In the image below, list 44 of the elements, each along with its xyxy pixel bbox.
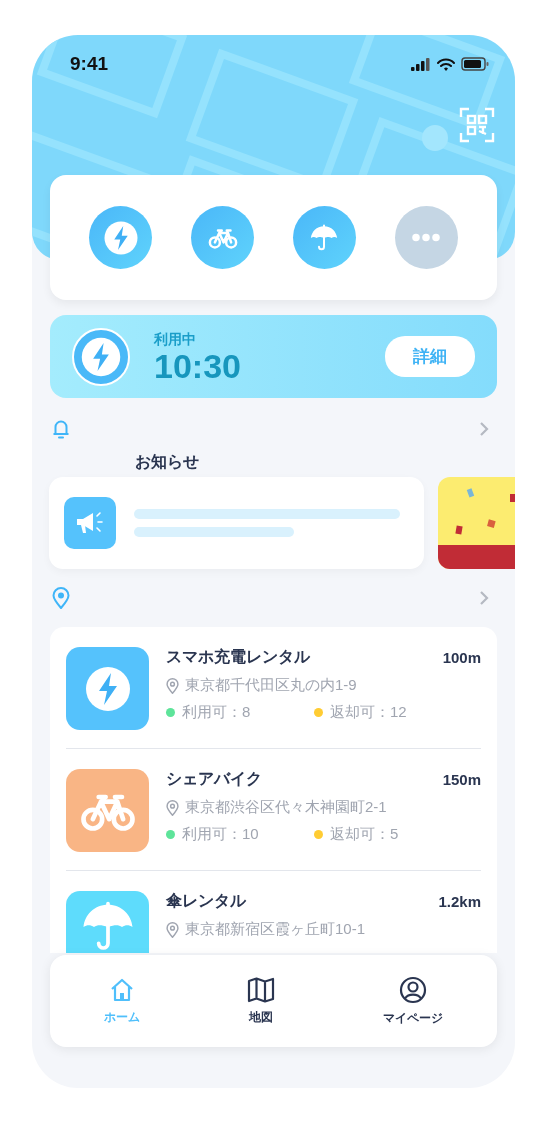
location-pin-icon <box>52 587 70 609</box>
service-name: シェアバイク <box>166 769 262 789</box>
qr-scan-icon <box>459 107 495 143</box>
umbrella-icon <box>309 222 340 253</box>
location-pin-icon <box>166 921 179 938</box>
return-count: 返却可：12 <box>330 703 407 722</box>
available-count: 利用可：8 <box>182 703 251 722</box>
lightning-icon <box>80 335 122 378</box>
profile-icon <box>399 975 428 1004</box>
battery-icon <box>461 57 489 71</box>
service-name: スマホ充電レンタル <box>166 647 310 667</box>
chevron-right-icon[interactable] <box>479 590 489 606</box>
location-pin-icon <box>166 677 179 694</box>
bell-icon <box>52 418 70 440</box>
address: 東京都新宿区霞ヶ丘町10-1 <box>185 920 366 939</box>
distance: 150m <box>442 771 481 788</box>
rental-time: 10:30 <box>154 348 242 383</box>
status-dot <box>166 830 175 839</box>
service-name: 傘レンタル <box>166 891 246 911</box>
chevron-right-icon[interactable] <box>479 421 489 437</box>
map-icon <box>247 976 276 1003</box>
section-title: お知らせ <box>135 452 199 472</box>
address: 東京都千代田区丸の内1-9 <box>185 676 357 695</box>
distance: 1.2km <box>438 893 481 910</box>
more-icon <box>411 233 442 242</box>
notice-card[interactable] <box>49 477 424 569</box>
status-dot <box>166 708 175 717</box>
status-label: 利用中 <box>154 330 197 349</box>
status-dot <box>314 830 323 839</box>
distance: 100m <box>442 649 481 666</box>
qr-scan-button[interactable] <box>459 107 495 143</box>
status-dot <box>314 708 323 717</box>
status-time: 9:41 <box>70 53 109 75</box>
address: 東京都渋谷区代々木神園町2-1 <box>185 798 387 817</box>
wifi-icon <box>437 57 455 71</box>
tab[interactable]: 地図 <box>237 972 286 1030</box>
signal-icon <box>411 57 431 71</box>
lightning-icon <box>102 219 139 256</box>
location-pin-icon <box>166 799 179 816</box>
tab[interactable]: マイページ <box>373 971 454 1031</box>
return-count: 返却可：5 <box>330 825 399 844</box>
available-count: 利用可：10 <box>182 825 259 844</box>
megaphone-icon <box>75 510 105 536</box>
lightning-icon <box>83 664 132 713</box>
